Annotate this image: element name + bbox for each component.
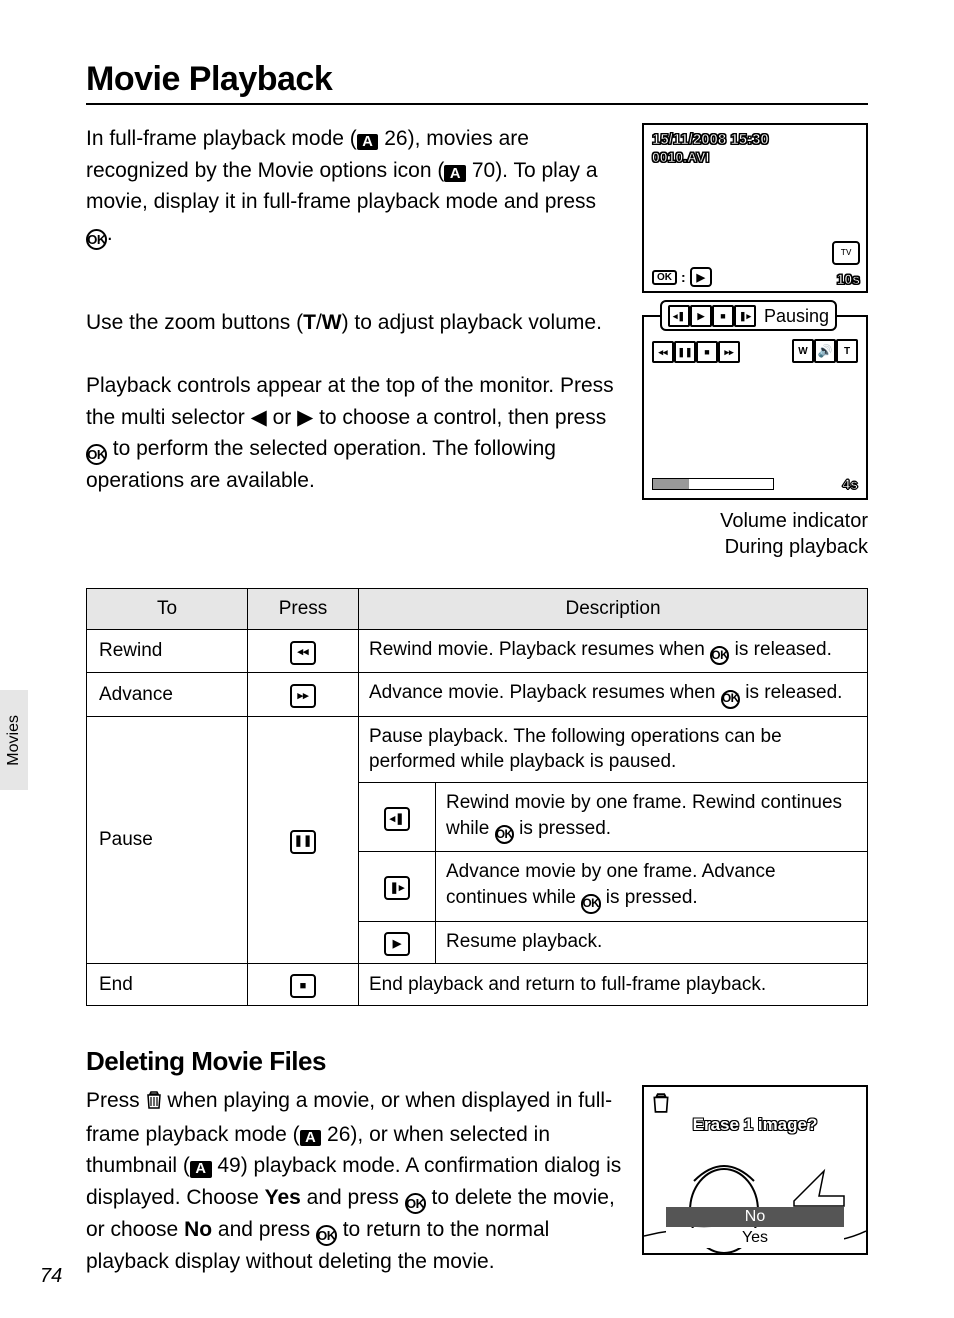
zoom-t: T: [303, 311, 316, 334]
pause-icon: ❚❚: [290, 830, 316, 854]
op-symbol: ◂❚: [359, 783, 436, 852]
trash-icon: [146, 1087, 162, 1119]
zoom-w: W: [322, 311, 342, 334]
op-symbol: ❚❚: [248, 716, 359, 963]
op-symbol: ◂◂: [248, 629, 359, 673]
op-symbol: ■: [248, 964, 359, 1006]
op-desc: End playback and return to full-frame pl…: [359, 964, 868, 1006]
no-label: No: [184, 1218, 212, 1241]
reference-icon: A: [300, 1130, 322, 1146]
table-row: Pause ❚❚ Pause playback. The following o…: [87, 716, 868, 782]
lcd-filename: 0010.AVI: [652, 149, 709, 165]
intro-paragraph: In full-frame playback mode (A 26), movi…: [86, 123, 622, 250]
lcd-date: 15/11/2008 15:30: [652, 131, 769, 148]
left-arrow-icon: ◀: [251, 406, 267, 429]
lcd-time: 10s: [837, 271, 860, 287]
rewind-icon: ◂◂: [290, 641, 316, 665]
stop-icon: ■: [290, 974, 316, 998]
section-heading: Deleting Movie Files: [86, 1046, 868, 1077]
op-desc: Advance movie by one frame. Advance cont…: [436, 852, 868, 921]
prompt-text: Erase 1 image?: [644, 1115, 866, 1135]
op-desc: Rewind movie by one frame. Rewind contin…: [436, 783, 868, 852]
right-arrow-icon: ▶: [297, 406, 313, 429]
op-desc: Resume playback.: [436, 921, 868, 963]
yes-label: Yes: [265, 1186, 301, 1209]
lcd-preview: 15/11/2008 15:30 0010.AVI TV OK : ▶ 10s: [642, 123, 868, 293]
page-title: Movie Playback: [86, 60, 868, 99]
title-rule: [86, 103, 868, 105]
advance-icon: ▸▸: [290, 684, 316, 708]
lcd-bottom-controls: OK : ▶: [652, 267, 712, 287]
volume-icons: W🔊T: [792, 339, 858, 363]
side-tab: Movies: [0, 690, 28, 790]
frame-advance-icon: ❚▸: [384, 876, 410, 900]
table-header-row: To Press Description: [87, 589, 868, 630]
movie-mode-icon: TV: [832, 241, 860, 265]
pausing-popup: ◂❚▶■❚▸ Pausing: [660, 300, 837, 331]
controls-paragraph: Use the zoom buttons (T/W) to adjust pla…: [86, 307, 622, 497]
page-number: 74: [40, 1265, 62, 1288]
frame-rewind-icon: ◂❚: [384, 807, 410, 831]
op-symbol: ▶: [359, 921, 436, 963]
play-icon: ▶: [384, 932, 410, 956]
control-strip-icon: ◂◂❚❚■▸▸: [652, 341, 740, 363]
side-tab-label: Movies: [5, 715, 23, 766]
ok-icon: OK: [581, 894, 600, 913]
reference-icon: A: [444, 165, 466, 181]
op-symbol: ❚▸: [359, 852, 436, 921]
ok-icon: OK: [86, 229, 107, 250]
diagram-caption: Volume indicator During playback: [642, 508, 868, 560]
op-symbol: ▸▸: [248, 673, 359, 717]
progress-bar: [652, 478, 774, 490]
op-label: End: [87, 964, 248, 1006]
table-row: Rewind ◂◂ Rewind movie. Playback resumes…: [87, 629, 868, 673]
col-to: To: [87, 589, 248, 630]
option-yes: Yes: [666, 1228, 844, 1248]
table-row: Advance ▸▸ Advance movie. Playback resum…: [87, 673, 868, 717]
op-label: Rewind: [87, 629, 248, 673]
pausing-label: Pausing: [764, 306, 829, 327]
ok-icon: OK: [316, 1225, 337, 1246]
reference-icon: A: [357, 134, 379, 150]
ok-icon: OK: [721, 690, 740, 709]
option-no: No: [666, 1207, 844, 1227]
table-row: End ■ End playback and return to full-fr…: [87, 964, 868, 1006]
ok-icon: OK: [405, 1193, 426, 1214]
ok-icon: OK: [710, 646, 729, 665]
ok-icon: OK: [495, 825, 514, 844]
op-desc: Advance movie. Playback resumes when OK …: [359, 673, 868, 717]
operations-table: To Press Description Rewind ◂◂ Rewind mo…: [86, 588, 868, 1006]
col-press: Press: [248, 589, 359, 630]
lcd-time: 4s: [842, 476, 858, 492]
op-desc: Pause playback. The following operations…: [359, 716, 868, 782]
op-desc: Rewind movie. Playback resumes when OK i…: [359, 629, 868, 673]
ok-icon: OK: [86, 444, 107, 465]
op-label: Advance: [87, 673, 248, 717]
control-strip-icon: ◂❚▶■❚▸: [668, 305, 756, 327]
op-label: Pause: [87, 716, 248, 963]
manual-page: Movies Movie Playback In full-frame play…: [0, 0, 954, 1318]
col-desc: Description: [359, 589, 868, 630]
lcd-delete-dialog: Erase 1 image? No Yes: [642, 1085, 868, 1255]
delete-paragraph: Press when playing a movie, or when disp…: [86, 1085, 624, 1277]
reference-icon: A: [190, 1161, 212, 1177]
lcd-playback: ◂◂❚❚■▸▸ W🔊T 4s: [642, 315, 868, 500]
